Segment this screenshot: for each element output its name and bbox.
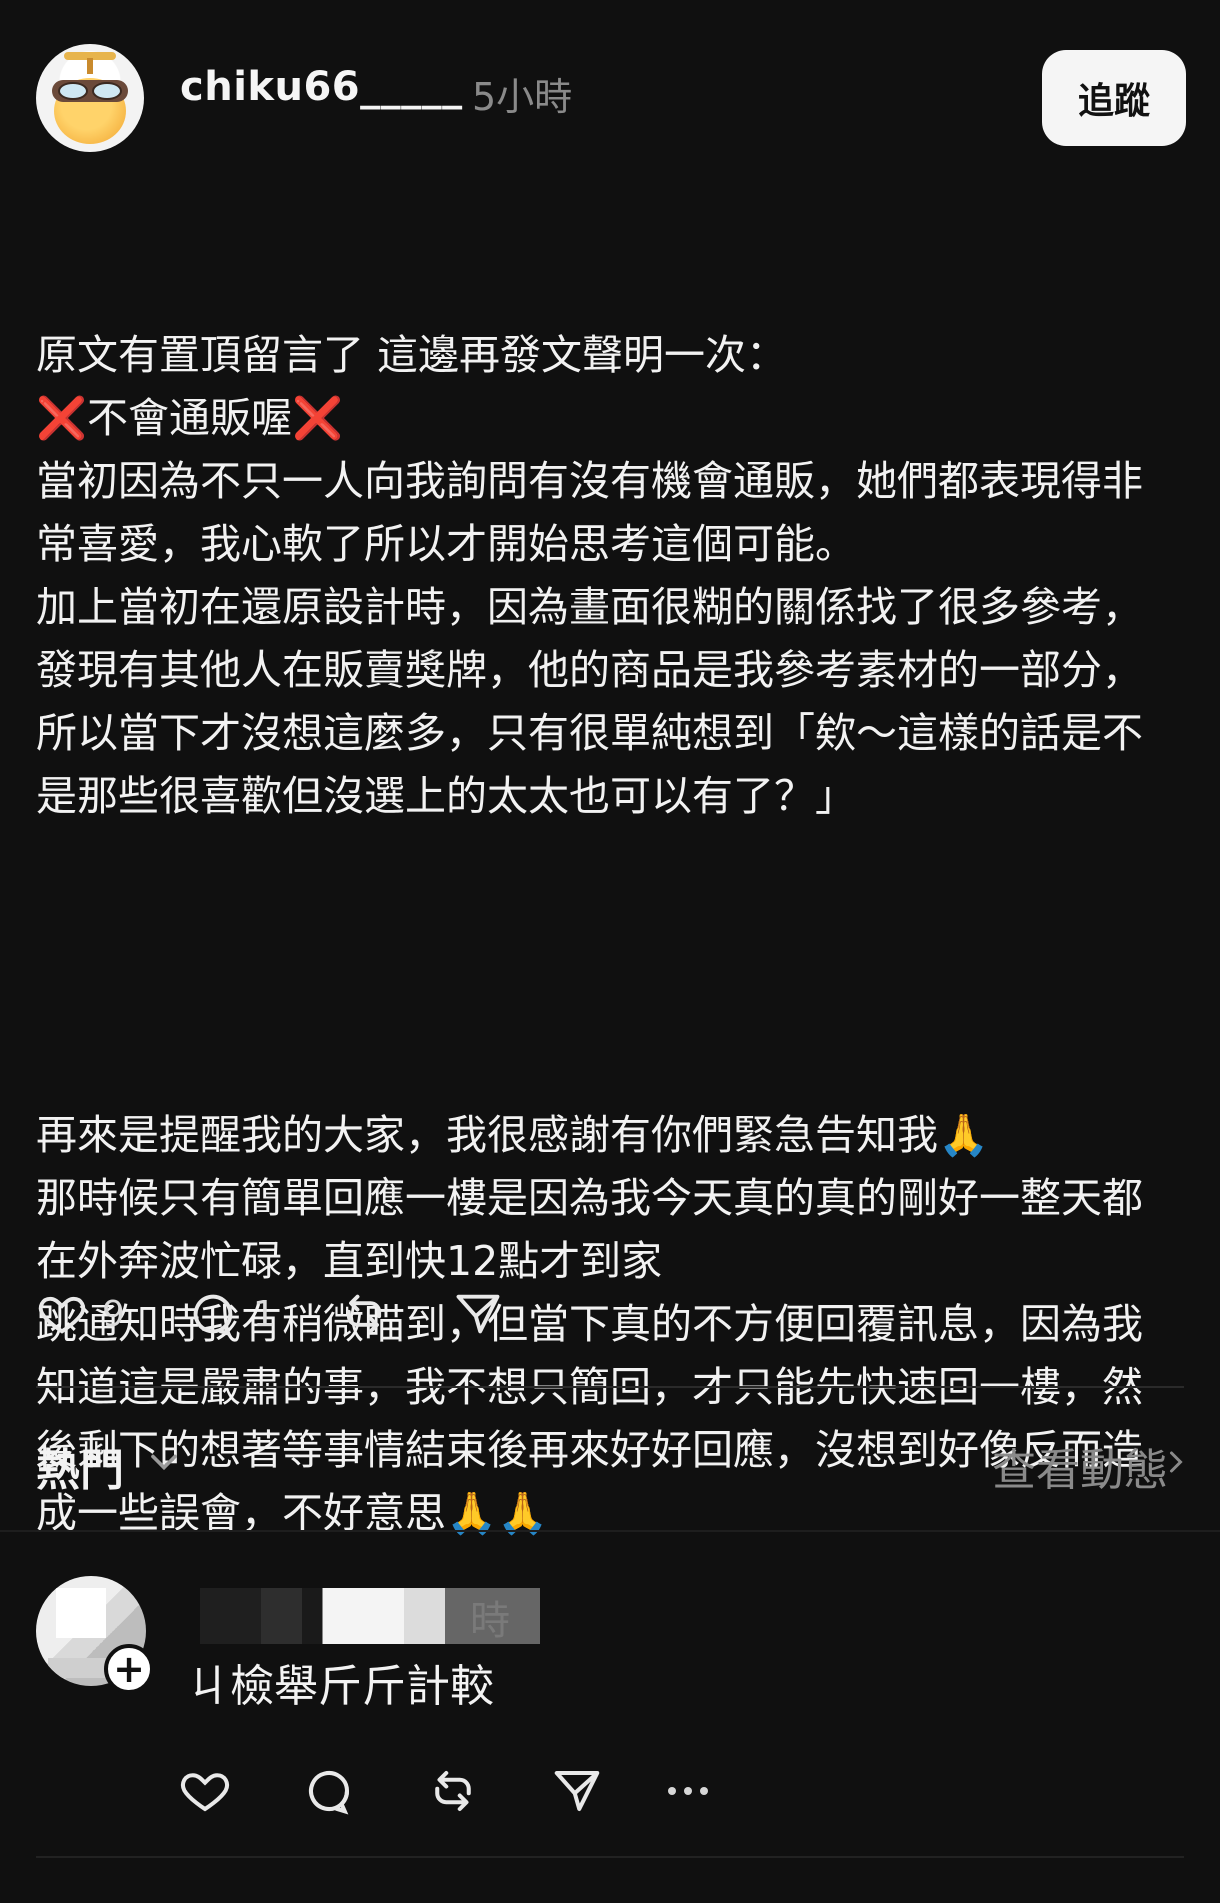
post-header: chiku66_____ 5小時 追蹤	[36, 44, 1186, 154]
reply-share-button[interactable]	[550, 1764, 604, 1818]
heart-icon	[180, 1773, 230, 1812]
repost-icon	[435, 1770, 471, 1812]
more-dot	[700, 1787, 708, 1795]
divider	[0, 1530, 1220, 1532]
more-dot	[684, 1787, 692, 1795]
sort-dropdown[interactable]: 熱門	[36, 1434, 124, 1498]
divider	[36, 1856, 1184, 1858]
view-activity-link[interactable]: 查看動態	[992, 1434, 1168, 1498]
author-avatar[interactable]	[36, 44, 144, 152]
comment-icon	[309, 1771, 350, 1815]
more-icon[interactable]	[668, 1787, 708, 1795]
send-icon	[554, 1770, 600, 1812]
chevron-down-icon[interactable]	[142, 1440, 186, 1484]
comment-icon	[193, 1294, 233, 1337]
post-content: 原文有置頂留言了 這邊再發文聲明一次： ❌不會通販喔❌ 當初因為不只一人向我詢問…	[36, 198, 1146, 1608]
reply-text: ㄐ檢舉斤斤計較	[186, 1661, 494, 1712]
goggles-icon	[52, 80, 128, 102]
send-icon	[456, 1294, 500, 1334]
post-time: 5小時	[472, 75, 573, 119]
reply-comment-button[interactable]	[302, 1764, 356, 1818]
repost-icon	[346, 1294, 381, 1334]
plus-icon[interactable]: +	[104, 1644, 154, 1694]
like-button[interactable]: 9	[36, 1288, 125, 1340]
reply-time: 時	[470, 1598, 510, 1644]
reply-repost-button[interactable]	[426, 1764, 480, 1818]
like-count: 9	[102, 1293, 125, 1335]
repost-button[interactable]	[338, 1288, 390, 1340]
follow-button[interactable]: 追蹤	[1042, 50, 1186, 146]
post-paragraph-1: 原文有置頂留言了 這邊再發文聲明一次： ❌不會通販喔❌ 當初因為不只一人向我詢問…	[36, 331, 1143, 820]
post-actions: 9 1	[36, 1282, 636, 1346]
reply-like-button[interactable]	[178, 1764, 232, 1818]
heart-icon	[38, 1296, 86, 1334]
reply-actions	[178, 1756, 778, 1826]
comment-count: 1	[252, 1293, 276, 1335]
chevron-right-icon	[1170, 1451, 1183, 1473]
propeller-icon	[64, 52, 116, 74]
comment-sort-row: 熱門 查看動態	[36, 1420, 1184, 1500]
comment-button[interactable]: 1	[187, 1288, 276, 1340]
divider	[36, 1386, 1184, 1388]
more-dot	[668, 1787, 676, 1795]
share-button[interactable]	[452, 1288, 504, 1340]
author-username[interactable]: chiku66_____	[180, 64, 463, 110]
